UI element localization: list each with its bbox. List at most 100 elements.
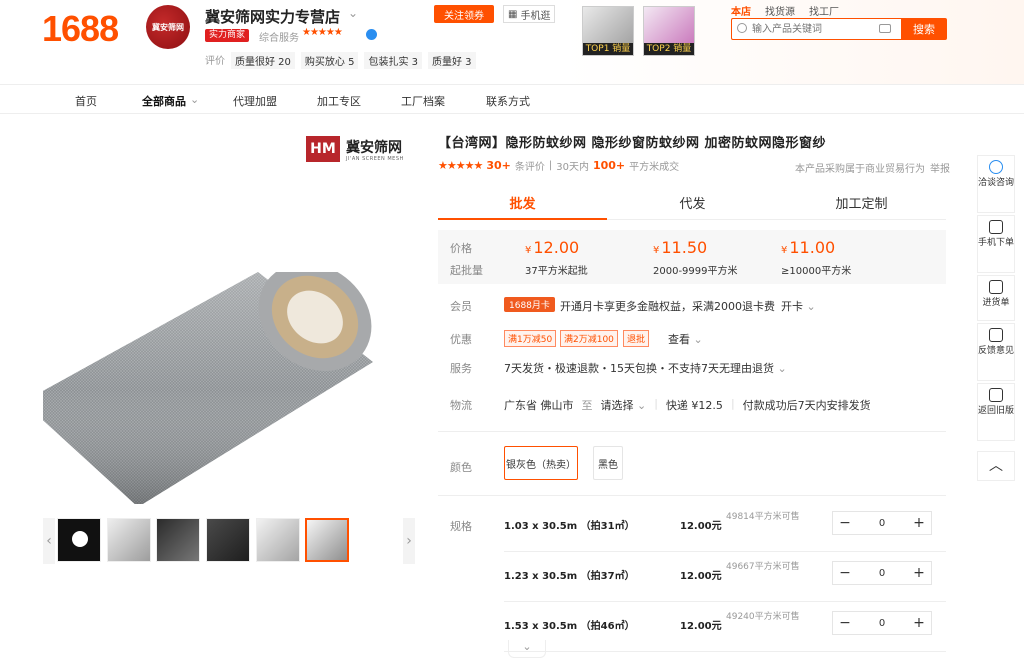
increment-button[interactable]: +	[907, 515, 931, 531]
ship-to-label: 至	[581, 399, 593, 412]
decrement-button[interactable]: −	[833, 565, 857, 581]
shop-header: 1688 冀安筛网 冀安筛网实力专营店 ⌄ 实力商家 综合服务 ★★★★★ 评价…	[0, 0, 1024, 84]
sales-count: 100+	[592, 159, 626, 172]
price-panel: 价格 起批量 ¥12.00 37平方米起批 ¥11.50 2000-9999平方…	[438, 230, 946, 284]
business-note: 本产品采购属于商业贸易行为	[795, 164, 925, 175]
thumb-image[interactable]	[107, 518, 151, 562]
quantity-value[interactable]: 0	[857, 568, 907, 579]
tier-price: ¥12.00	[525, 238, 580, 257]
site-logo[interactable]: 1688	[42, 8, 119, 50]
qr-icon	[989, 220, 1003, 234]
search-tab-source[interactable]: 找货源	[765, 3, 795, 18]
search-tab-shop[interactable]: 本店	[731, 3, 751, 18]
follow-shop-button[interactable]: 关注领券	[434, 5, 494, 23]
decrement-button[interactable]: −	[833, 615, 857, 631]
thumb-image-selected[interactable]	[305, 518, 349, 562]
thumb-prev-button[interactable]: ‹	[43, 518, 55, 564]
back-to-top-button[interactable]: ︿	[977, 451, 1015, 481]
list-icon	[989, 280, 1003, 294]
spec-row: 1.03 x 30.5m （拍31㎡） 12.00元 49814平方米可售 − …	[504, 502, 946, 552]
nav-home[interactable]: 首页	[75, 93, 97, 109]
quantity-stepper: − 0 +	[832, 561, 932, 585]
tab-dropship[interactable]: 代发	[608, 190, 777, 220]
coupon-tag[interactable]: 退批	[623, 330, 650, 347]
purchase-tabs: 批发 代发 加工定制	[438, 190, 946, 220]
sidebar-old-version[interactable]: 返回旧版	[977, 383, 1015, 441]
tier-qty: 37平方米起批	[525, 266, 588, 277]
section-divider	[438, 495, 946, 496]
thumb-video[interactable]	[57, 518, 101, 562]
coupon-tag[interactable]: 满2万减100	[560, 330, 618, 347]
thumb-next-button[interactable]: ›	[403, 518, 415, 564]
shop-eval-row: 评价 质量很好 20 购买放心 5 包装扎实 3 质量好 3	[205, 52, 476, 69]
chevron-down-icon: ⌄	[777, 362, 787, 375]
sidebar-mobile-order[interactable]: 手机下单	[977, 215, 1015, 273]
power-merchant-badge: 实力商家	[205, 29, 250, 42]
spec-price: 12.00元	[680, 571, 722, 582]
service-score-label: 综合服务	[259, 33, 299, 44]
report-link[interactable]: 举报	[930, 160, 950, 175]
coupon-tag[interactable]: 满1万减50	[504, 330, 557, 347]
camera-icon[interactable]	[879, 24, 891, 33]
sidebar-chat[interactable]: 洽谈咨询	[977, 155, 1015, 213]
review-count[interactable]: 30+	[486, 159, 511, 172]
increment-button[interactable]: +	[907, 615, 931, 631]
tier-qty: 2000-9999平方米	[653, 266, 738, 277]
product-main-image[interactable]	[43, 208, 415, 504]
sidebar-feedback[interactable]: 反馈意见	[977, 323, 1015, 381]
eval-tag: 质量很好 20	[231, 52, 295, 69]
thumb-image[interactable]	[256, 518, 300, 562]
spec-name: 1.23 x 30.5m （拍37㎡）	[504, 571, 635, 582]
search-input[interactable]	[752, 19, 882, 39]
review-label: 条评价	[514, 162, 545, 173]
shop-avatar[interactable]: 冀安筛网	[146, 5, 190, 49]
decrement-button[interactable]: −	[833, 515, 857, 531]
price-label: 价格	[450, 242, 472, 255]
increment-button[interactable]: +	[907, 565, 931, 581]
top-product-2[interactable]: TOP2 销量	[643, 6, 695, 56]
quantity-value[interactable]: 0	[857, 618, 907, 629]
expand-specs-button[interactable]: ⌄	[508, 640, 546, 658]
thumb-image[interactable]	[156, 518, 200, 562]
service-terms[interactable]: 7天发货・极速退款・15天包换・不支持7天无理由退货 ⌄	[504, 360, 787, 376]
nav-contact[interactable]: 联系方式	[486, 93, 530, 109]
shop-avatar-text: 冀安筛网	[152, 22, 184, 32]
ship-to-select[interactable]: 请选择 ⌄	[601, 397, 647, 413]
nav-agency[interactable]: 代理加盟	[233, 93, 277, 109]
logistics-label: 物流	[450, 399, 472, 412]
tab-wholesale[interactable]: 批发	[438, 190, 607, 220]
view-coupons-button[interactable]: 查看 ⌄	[668, 331, 703, 347]
search-tab-factory[interactable]: 找工厂	[809, 3, 839, 18]
thumb-image[interactable]	[206, 518, 250, 562]
spec-name: 1.53 x 30.5m （拍46㎡）	[504, 621, 635, 632]
section-divider	[438, 431, 946, 432]
open-card-button[interactable]: 开卡 ⌄	[781, 298, 816, 314]
top-product-label: TOP2 销量	[644, 43, 694, 55]
mobile-browse-button[interactable]: ▦ 手机逛	[503, 5, 556, 23]
nav-factory-profile[interactable]: 工厂档案	[401, 93, 445, 109]
divider: |	[654, 397, 658, 410]
mesh-roll-illustration	[43, 272, 373, 504]
tab-custom[interactable]: 加工定制	[777, 190, 946, 220]
color-option-silver-selected[interactable]: 银灰色（热卖）	[504, 446, 578, 480]
spec-row: 1.53 x 30.5m （拍46㎡） 12.00元 49240平方米可售 − …	[504, 602, 946, 652]
chevron-down-icon[interactable]: ⌄	[348, 6, 358, 20]
nav-processing[interactable]: 加工专区	[317, 93, 361, 109]
brand-name: 冀安筛网	[346, 140, 402, 156]
eval-tag: 包装扎实 3	[364, 52, 422, 69]
sales-prefix: 30天内	[556, 162, 589, 173]
quantity-stepper: − 0 +	[832, 611, 932, 635]
brand-mark: HM	[306, 136, 340, 162]
brand-logo: HM 冀安筛网 JI'AN SCREEN MESH	[306, 134, 416, 166]
nav-all-products[interactable]: 全部商品	[142, 93, 186, 109]
delivery-note: 付款成功后7天内安排发货	[742, 399, 871, 412]
top-product-1[interactable]: TOP1 销量	[582, 6, 634, 56]
shop-name[interactable]: 冀安筛网实力专营店	[205, 6, 340, 27]
quantity-value[interactable]: 0	[857, 518, 907, 529]
color-option-black[interactable]: 黑色	[593, 446, 623, 480]
chevron-down-icon[interactable]: ⌄	[190, 93, 199, 106]
sidebar-cart[interactable]: 进货单	[977, 275, 1015, 321]
tier-price: ¥11.50	[653, 238, 708, 257]
divider: |	[548, 160, 553, 171]
search-button[interactable]: 搜索	[901, 18, 947, 40]
